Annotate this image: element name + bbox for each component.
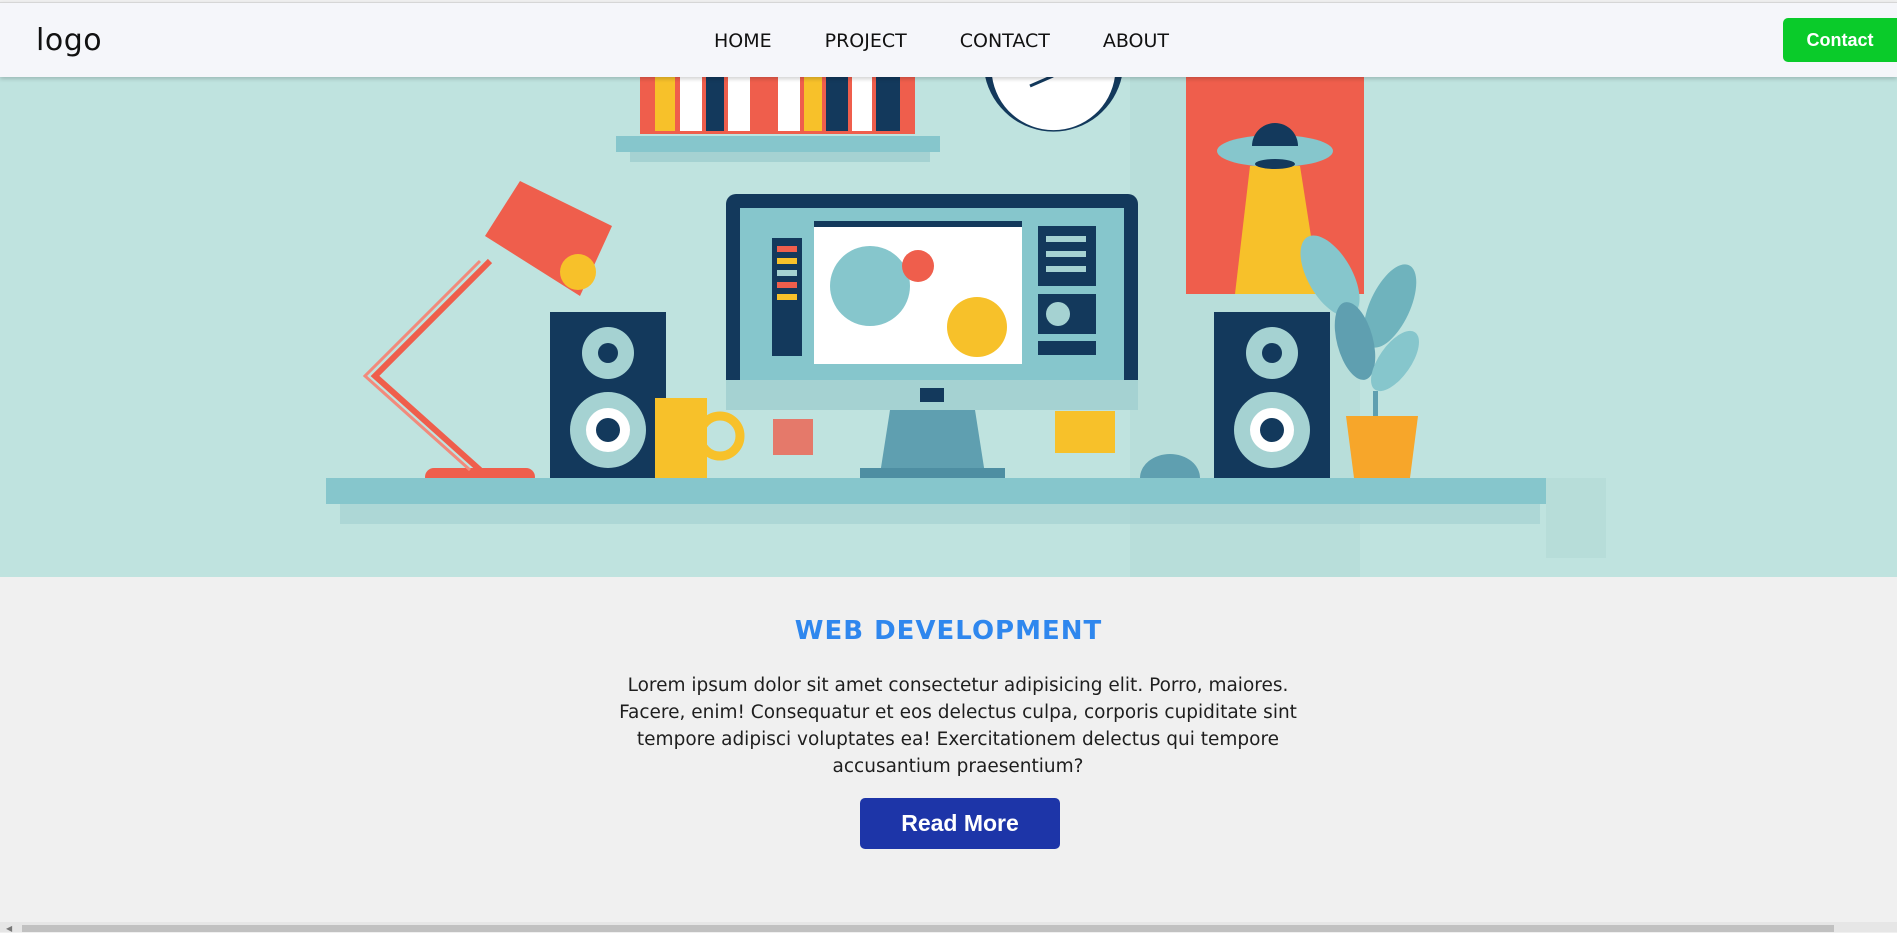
hero-image <box>0 76 1897 577</box>
nav-project-link[interactable]: PROJECT <box>825 30 907 52</box>
nav-home-link[interactable]: HOME <box>714 30 772 52</box>
section-title: WEB DEVELOPMENT <box>794 616 1103 646</box>
content-section: WEB DEVELOPMENT Lorem ipsum dolor sit am… <box>0 577 1897 922</box>
nav-contact-link[interactable]: CONTACT <box>960 30 1050 52</box>
sticky-note <box>1055 411 1115 453</box>
right-speaker <box>1214 312 1330 480</box>
nav-about-link[interactable]: ABOUT <box>1103 30 1169 52</box>
bookshelf <box>616 76 940 162</box>
sticky-note <box>773 419 813 455</box>
read-more-button[interactable]: Read More <box>860 798 1060 849</box>
scrollbar-thumb[interactable] <box>22 925 1834 932</box>
main-nav: HOME PROJECT CONTACT ABOUT <box>714 30 1222 52</box>
horizontal-scrollbar[interactable]: ◀ <box>0 922 1897 933</box>
site-header: logo HOME PROJECT CONTACT ABOUT Contact <box>0 2 1897 77</box>
desk-illustration <box>0 76 1897 577</box>
contact-button[interactable]: Contact <box>1783 18 1897 62</box>
left-speaker <box>550 312 666 480</box>
section-description: Lorem ipsum dolor sit amet consectetur a… <box>619 675 1297 777</box>
logo[interactable]: logo <box>36 23 102 58</box>
